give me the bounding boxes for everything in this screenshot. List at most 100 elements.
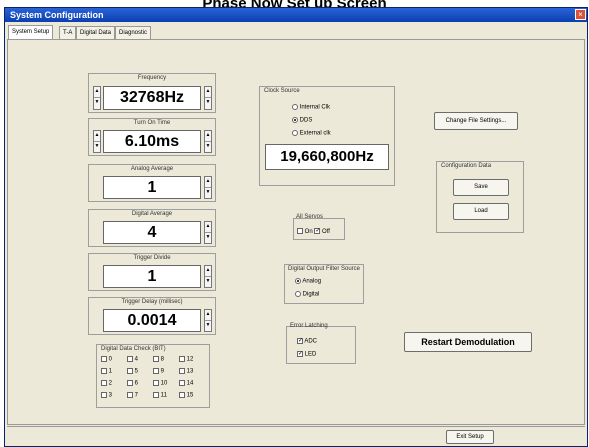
radio-icon[interactable] bbox=[292, 130, 298, 136]
spin-down-icon[interactable]: ▼ bbox=[205, 277, 211, 288]
spin-down-icon[interactable]: ▼ bbox=[205, 321, 211, 332]
bit-label: 14 bbox=[186, 380, 194, 387]
save-button[interactable]: Save bbox=[453, 179, 509, 196]
bit-label: 11 bbox=[160, 392, 167, 399]
bit-label: 7 bbox=[134, 392, 139, 399]
check-icon[interactable]: ✓ bbox=[314, 228, 320, 234]
trigger-delay-group: Trigger Delay (millisec) 0.0014 ▲ ▼ bbox=[88, 297, 216, 335]
spin-up-icon[interactable]: ▲ bbox=[205, 310, 211, 321]
digital-average-value[interactable]: 4 bbox=[103, 221, 201, 244]
analog-label: Analog bbox=[302, 278, 322, 285]
frequency-left-spinner[interactable]: ▲ ▼ bbox=[93, 86, 101, 110]
bit-1-checkbox[interactable]: 1 bbox=[101, 368, 127, 375]
bit-13-checkbox[interactable]: 13 bbox=[179, 368, 205, 375]
turn-on-time-label: Turn On Time bbox=[133, 120, 171, 126]
led-checkbox[interactable]: ✓ LED bbox=[297, 351, 316, 358]
turn-on-time-right-spinner[interactable]: ▲ ▼ bbox=[204, 130, 212, 153]
bit-7-checkbox[interactable]: 7 bbox=[127, 392, 153, 399]
system-setup-panel: Frequency ▲ ▼ 32768Hz ▲ ▼ Turn On Time ▲ ▼ … bbox=[7, 39, 585, 425]
config-window: System Configuration × System Setup T-A … bbox=[4, 7, 588, 447]
bit-8-checkbox[interactable]: 8 bbox=[153, 356, 179, 363]
spin-up-icon[interactable]: ▲ bbox=[205, 177, 211, 188]
configuration-data-label: Configuration Data bbox=[441, 163, 492, 169]
check-icon[interactable]: ✓ bbox=[297, 338, 303, 344]
bit-label: 10 bbox=[160, 380, 168, 387]
bit-15-checkbox[interactable]: 15 bbox=[179, 392, 205, 399]
spin-up-icon[interactable]: ▲ bbox=[94, 87, 100, 98]
frequency-label: Frequency bbox=[137, 75, 167, 81]
radio-selected-icon[interactable] bbox=[295, 278, 301, 284]
radio-selected-icon[interactable] bbox=[292, 117, 298, 123]
bit-12-checkbox[interactable]: 12 bbox=[179, 356, 205, 363]
spin-up-icon[interactable]: ▲ bbox=[205, 131, 211, 142]
trigger-delay-value[interactable]: 0.0014 bbox=[103, 309, 201, 332]
window-title: System Configuration bbox=[10, 10, 104, 20]
change-file-settings-button[interactable]: Change File Settings... bbox=[434, 112, 518, 130]
error-latching-group: Error Latching ✓ ADC ✓ LED bbox=[286, 323, 356, 364]
trigger-delay-label: Trigger Delay (millisec) bbox=[121, 299, 183, 305]
trigger-divide-value[interactable]: 1 bbox=[103, 265, 201, 288]
spin-down-icon[interactable]: ▼ bbox=[205, 188, 211, 199]
servos-on-checkbox[interactable]: On bbox=[297, 228, 313, 235]
frequency-right-spinner[interactable]: ▲ ▼ bbox=[204, 86, 212, 110]
bit-9-checkbox[interactable]: 9 bbox=[153, 368, 179, 375]
spin-up-icon[interactable]: ▲ bbox=[205, 222, 211, 233]
all-servos-label: All Servos bbox=[296, 214, 324, 220]
led-label: LED bbox=[304, 351, 317, 358]
configuration-data-group: Configuration Data Save Load bbox=[436, 161, 524, 233]
bit-14-checkbox[interactable]: 14 bbox=[179, 380, 205, 387]
turn-on-time-group: Turn On Time ▲ ▼ 6.10ms ▲ ▼ bbox=[88, 118, 216, 156]
digital-average-spinner[interactable]: ▲ ▼ bbox=[204, 221, 212, 244]
bit-10-checkbox[interactable]: 10 bbox=[153, 380, 179, 387]
check-icon[interactable]: ✓ bbox=[297, 351, 303, 357]
bit-4-checkbox[interactable]: 4 bbox=[127, 356, 153, 363]
trigger-divide-label: Trigger Divide bbox=[133, 255, 171, 261]
radio-icon[interactable] bbox=[295, 291, 301, 297]
spin-down-icon[interactable]: ▼ bbox=[94, 142, 100, 153]
analog-average-spinner[interactable]: ▲ ▼ bbox=[204, 176, 212, 199]
bit-label: 15 bbox=[186, 392, 194, 399]
close-icon[interactable]: × bbox=[575, 9, 586, 20]
analog-average-value[interactable]: 1 bbox=[103, 176, 201, 199]
exit-setup-button[interactable]: Exit Setup bbox=[446, 430, 494, 444]
radio-icon[interactable] bbox=[292, 104, 298, 110]
trigger-divide-group: Trigger Divide 1 ▲ ▼ bbox=[88, 253, 216, 291]
tab-t-a[interactable]: T-A bbox=[59, 26, 77, 39]
servos-off-checkbox[interactable]: ✓ Off bbox=[314, 228, 330, 235]
analog-radio[interactable]: Analog bbox=[295, 278, 321, 285]
bit-6-checkbox[interactable]: 6 bbox=[127, 380, 153, 387]
filter-source-label: Digital Output Filter Source bbox=[287, 266, 361, 272]
spin-down-icon[interactable]: ▼ bbox=[205, 142, 211, 153]
bit-5-checkbox[interactable]: 5 bbox=[127, 368, 153, 375]
internal-clk-radio[interactable]: Internal Clk bbox=[292, 104, 330, 111]
tab-diagnostic[interactable]: Diagnostic bbox=[115, 26, 152, 39]
spin-up-icon[interactable]: ▲ bbox=[205, 87, 211, 98]
adc-checkbox[interactable]: ✓ ADC bbox=[297, 338, 317, 345]
bit-3-checkbox[interactable]: 3 bbox=[101, 392, 127, 399]
clock-frequency-value: 19,660,800Hz bbox=[265, 144, 389, 170]
trigger-divide-spinner[interactable]: ▲ ▼ bbox=[204, 265, 212, 288]
turn-on-time-left-spinner[interactable]: ▲ ▼ bbox=[93, 130, 101, 153]
bit-label: 13 bbox=[186, 368, 194, 375]
spin-down-icon[interactable]: ▼ bbox=[94, 98, 100, 109]
bit-0-checkbox[interactable]: 0 bbox=[101, 356, 127, 363]
digital-data-check-group: Digital Data Check (BIT) 0 4 8 12 1 5 9 … bbox=[96, 344, 210, 408]
external-clk-radio[interactable]: External clk bbox=[292, 130, 331, 137]
spin-up-icon[interactable]: ▲ bbox=[205, 266, 211, 277]
trigger-delay-spinner[interactable]: ▲ ▼ bbox=[204, 309, 212, 332]
bit-2-checkbox[interactable]: 2 bbox=[101, 380, 127, 387]
tab-digital-data[interactable]: Digital Data bbox=[76, 26, 116, 39]
bit-11-checkbox[interactable]: 11 bbox=[153, 392, 179, 399]
digital-radio[interactable]: Digital bbox=[295, 291, 319, 298]
tab-system-setup[interactable]: System Setup bbox=[8, 25, 54, 40]
spin-down-icon[interactable]: ▼ bbox=[205, 98, 211, 109]
spin-down-icon[interactable]: ▼ bbox=[205, 233, 211, 244]
load-button[interactable]: Load bbox=[453, 203, 509, 220]
restart-demodulation-button[interactable]: Restart Demodulation bbox=[404, 332, 532, 352]
digital-average-group: Digital Average 4 ▲ ▼ bbox=[88, 209, 216, 247]
frequency-value[interactable]: 32768Hz bbox=[103, 86, 201, 110]
dds-radio[interactable]: DDS bbox=[292, 117, 312, 124]
spin-up-icon[interactable]: ▲ bbox=[94, 131, 100, 142]
bit-label: 1 bbox=[108, 368, 113, 375]
turn-on-time-value[interactable]: 6.10ms bbox=[103, 130, 201, 153]
